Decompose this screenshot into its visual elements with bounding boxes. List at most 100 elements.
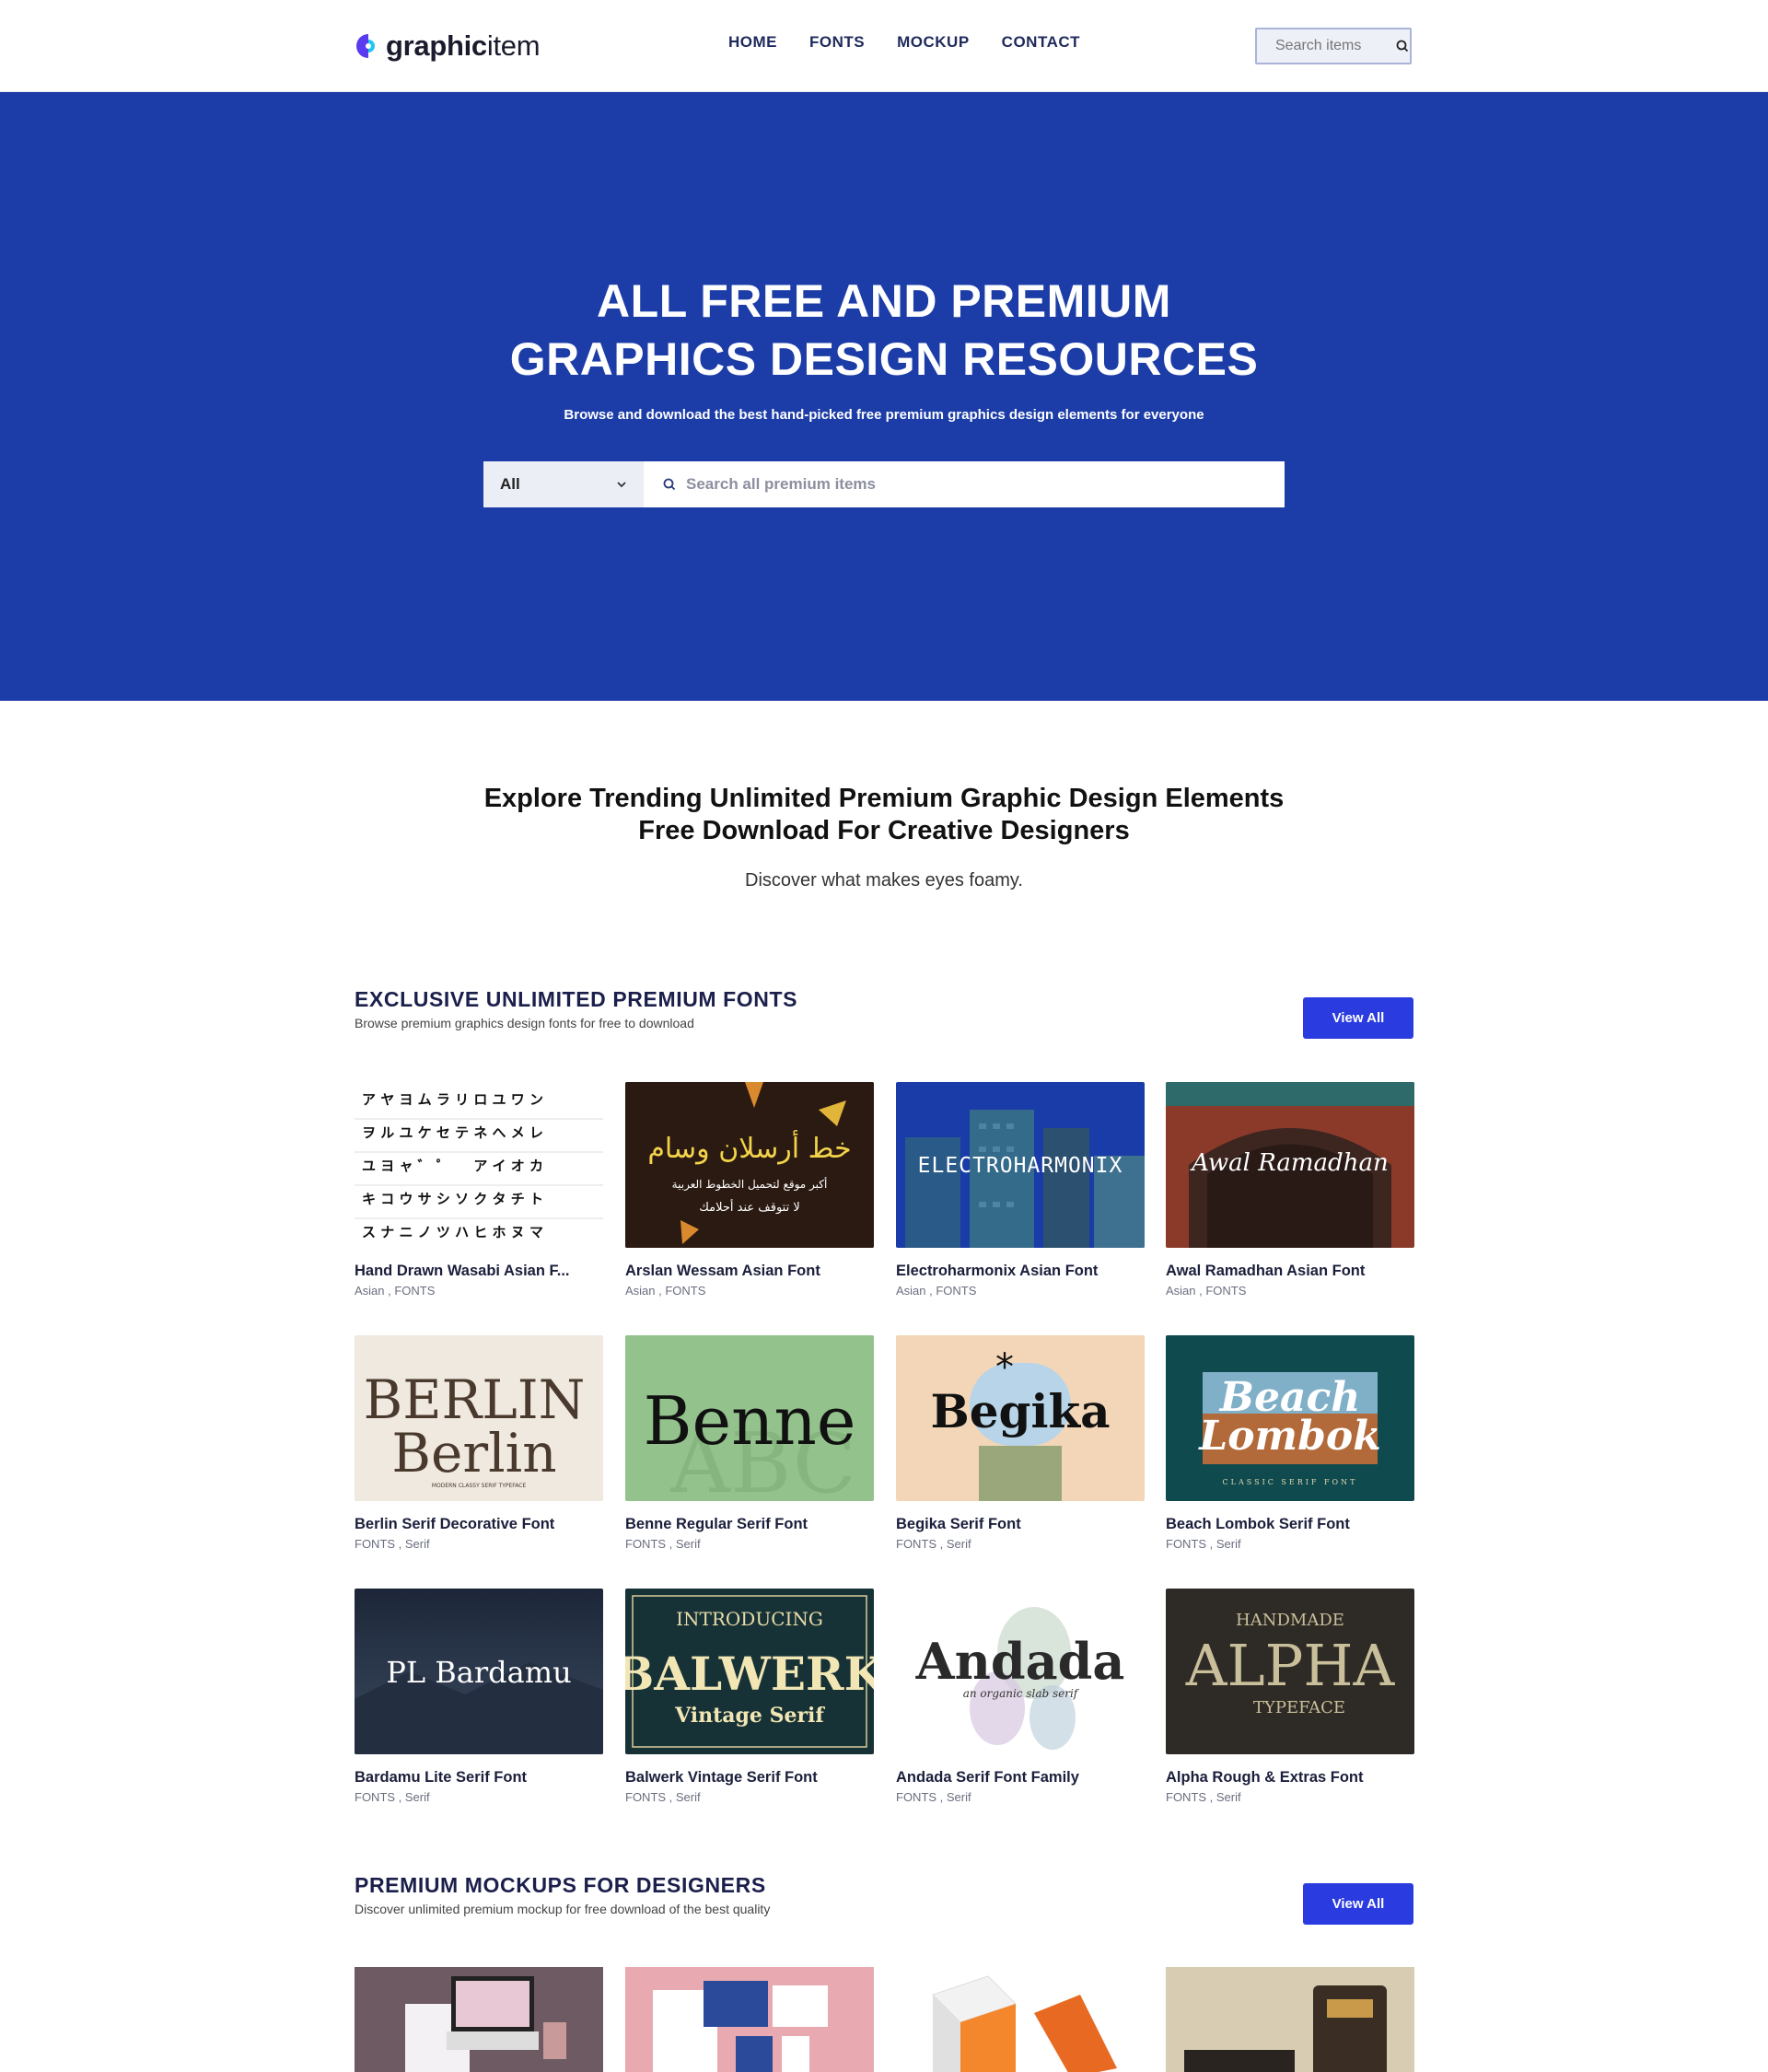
box-mockup-image: [896, 1967, 1145, 2072]
font-card[interactable]: BERLIN Berlin MODERN CLASSY SERIF TYPEFA…: [355, 1335, 603, 1551]
card-thumbnail: ELECTROHARMONIX: [896, 1082, 1145, 1248]
font-card[interactable]: خط أرسلان وسام أكبر موقع لتحميل الخطوط ا…: [625, 1082, 874, 1298]
fonts-section-title: EXCLUSIVE UNLIMITED PREMIUM FONTS: [355, 987, 798, 1011]
mockup-card-thumbnail[interactable]: [625, 1967, 874, 2072]
header-search-input[interactable]: [1275, 38, 1393, 54]
main-nav: HOME FONTS MOCKUP CONTACT: [728, 33, 1112, 52]
svg-text:キ コ ウ サ シ ソ ク タ チ ト: キ コ ウ サ シ ソ ク タ チ ト: [362, 1191, 543, 1207]
nav-home[interactable]: HOME: [728, 33, 777, 52]
search-icon: [663, 478, 676, 491]
hero-subtitle: Browse and download the best hand-picked…: [564, 407, 1204, 423]
mockup-card-thumbnail[interactable]: [896, 1967, 1145, 2072]
nav-mockup[interactable]: MOCKUP: [897, 33, 970, 52]
hero-banner: ALL FREE AND PREMIUM GRAPHICS DESIGN RES…: [0, 92, 1768, 701]
font-card[interactable]: Beach Lombok CLASSIC SERIF FONT Beach Lo…: [1166, 1335, 1414, 1551]
intro-title: Explore Trending Unlimited Premium Graph…: [0, 783, 1768, 847]
card-categories[interactable]: FONTS , Serif: [1166, 1537, 1414, 1551]
mockup-card-thumbnail[interactable]: [355, 1967, 603, 2072]
card-categories[interactable]: FONTS , Serif: [625, 1790, 874, 1804]
svg-text:*: *: [995, 1346, 1014, 1389]
svg-text:TYPEFACE: TYPEFACE: [1253, 1698, 1345, 1717]
fonts-view-all-button[interactable]: View All: [1303, 997, 1413, 1039]
nav-fonts[interactable]: FONTS: [809, 33, 865, 52]
font-card[interactable]: ア ヤ ヨ ム ラ リ ロ ユ ワ ン ヲ ル ユ ケ セ テ ネ へ メ レ …: [355, 1082, 603, 1298]
card-title[interactable]: Begika Serif Font: [896, 1516, 1145, 1533]
thumb-text: Awal Ramadhan: [1190, 1149, 1388, 1177]
mockups-view-all-button[interactable]: View All: [1303, 1883, 1413, 1925]
thumb-text: خط أرسلان وسام: [647, 1129, 851, 1165]
berlin-preview-image: BERLIN Berlin MODERN CLASSY SERIF TYPEFA…: [355, 1335, 603, 1501]
thumb-text: BALWERK: [625, 1647, 874, 1701]
card-thumbnail: ABC Benne: [625, 1335, 874, 1501]
card-title[interactable]: Electroharmonix Asian Font: [896, 1263, 1145, 1280]
stationery-mockup-image: [355, 1967, 603, 2072]
card-thumbnail: Awal Ramadhan: [1166, 1082, 1414, 1248]
thumb-text: PL Bardamu: [386, 1655, 571, 1690]
logo-mark-icon: [356, 34, 375, 58]
card-title[interactable]: Alpha Rough & Extras Font: [1166, 1769, 1414, 1787]
card-categories[interactable]: FONTS , Serif: [896, 1537, 1145, 1551]
bardamu-preview-image: PL Bardamu: [355, 1589, 603, 1754]
logo-text: graphicitem: [386, 29, 541, 62]
card-title[interactable]: Beach Lombok Serif Font: [1166, 1516, 1414, 1533]
font-card[interactable]: Begika * Begika Serif Font FONTS , Serif: [896, 1335, 1145, 1551]
search-icon[interactable]: [1395, 39, 1410, 53]
thumb-text: Benne: [644, 1382, 856, 1460]
card-thumbnail: ア ヤ ヨ ム ラ リ ロ ユ ワ ン ヲ ル ユ ケ セ テ ネ へ メ レ …: [355, 1082, 603, 1248]
card-thumbnail: BERLIN Berlin MODERN CLASSY SERIF TYPEFA…: [355, 1335, 603, 1501]
mockups-section-subtitle: Discover unlimited premium mockup for fr…: [355, 1902, 771, 1916]
mockup-card-thumbnail[interactable]: [1166, 1967, 1414, 2072]
top-navbar: graphicitem HOME FONTS MOCKUP CONTACT: [0, 0, 1768, 92]
hero-search-input[interactable]: Search all premium items: [644, 461, 1285, 507]
header-search-box: [1255, 28, 1412, 64]
font-card[interactable]: Andada an organic slab serif Andada Seri…: [896, 1589, 1145, 1804]
hero-title: ALL FREE AND PREMIUM GRAPHICS DESIGN RES…: [0, 273, 1768, 389]
svg-text:Vintage Serif: Vintage Serif: [674, 1704, 825, 1728]
font-card[interactable]: ABC Benne Benne Regular Serif Font FONTS…: [625, 1335, 874, 1551]
font-card[interactable]: Awal Ramadhan Awal Ramadhan Asian Font A…: [1166, 1082, 1414, 1298]
card-thumbnail: Andada an organic slab serif: [896, 1589, 1145, 1754]
card-categories[interactable]: FONTS , Serif: [355, 1537, 603, 1551]
arslan-preview-image: خط أرسلان وسام أكبر موقع لتحميل الخطوط ا…: [625, 1082, 874, 1248]
card-categories[interactable]: Asian , FONTS: [355, 1284, 603, 1298]
alpha-preview-image: HANDMADE ALPHA TYPEFACE: [1166, 1589, 1414, 1754]
font-card[interactable]: PL Bardamu Bardamu Lite Serif Font FONTS…: [355, 1589, 603, 1804]
card-categories[interactable]: Asian , FONTS: [625, 1284, 874, 1298]
card-title[interactable]: Bardamu Lite Serif Font: [355, 1769, 603, 1787]
card-categories[interactable]: FONTS , Serif: [625, 1537, 874, 1551]
svg-text:ユ ヨ ャ ゛ ゜ ア イ オ カ: ユ ヨ ャ ゛ ゜ ア イ オ カ: [362, 1158, 543, 1174]
font-card[interactable]: ELECTROHARMONIX Electroharmonix Asian Fo…: [896, 1082, 1145, 1298]
card-thumbnail: Begika *: [896, 1335, 1145, 1501]
awal-ramadhan-preview-image: Awal Ramadhan: [1166, 1082, 1414, 1248]
svg-text:HANDMADE: HANDMADE: [1236, 1611, 1344, 1630]
font-card[interactable]: INTRODUCING BALWERK Vintage Serif Balwer…: [625, 1589, 874, 1804]
thumb-text: Andada: [915, 1632, 1125, 1691]
fonts-section-subtitle: Browse premium graphics design fonts for…: [355, 1016, 694, 1030]
svg-text:Berlin: Berlin: [391, 1422, 556, 1484]
card-title[interactable]: Balwerk Vintage Serif Font: [625, 1769, 874, 1787]
card-title[interactable]: Arslan Wessam Asian Font: [625, 1263, 874, 1280]
svg-text:ア ヤ ヨ ム ラ リ ロ ユ ワ ン: ア ヤ ヨ ム ラ リ ロ ユ ワ ン: [362, 1091, 543, 1108]
card-title[interactable]: Hand Drawn Wasabi Asian F...: [355, 1263, 603, 1280]
intro-subtitle: Discover what makes eyes foamy.: [745, 870, 1023, 890]
card-categories[interactable]: Asian , FONTS: [896, 1284, 1145, 1298]
card-title[interactable]: Berlin Serif Decorative Font: [355, 1516, 603, 1533]
nav-contact[interactable]: CONTACT: [1002, 33, 1080, 52]
category-select[interactable]: All: [483, 461, 644, 507]
hero-title-line1: ALL FREE AND PREMIUM: [597, 275, 1171, 327]
card-categories[interactable]: FONTS , Serif: [355, 1790, 603, 1804]
card-categories[interactable]: FONTS , Serif: [896, 1790, 1145, 1804]
card-categories[interactable]: FONTS , Serif: [1166, 1790, 1414, 1804]
svg-text:an organic slab serif: an organic slab serif: [963, 1687, 1080, 1700]
card-categories[interactable]: Asian , FONTS: [1166, 1284, 1414, 1298]
font-card[interactable]: HANDMADE ALPHA TYPEFACE Alpha Rough & Ex…: [1166, 1589, 1414, 1804]
mockups-section-title: PREMIUM MOCKUPS FOR DESIGNERS: [355, 1873, 766, 1897]
card-thumbnail: PL Bardamu: [355, 1589, 603, 1754]
card-title[interactable]: Benne Regular Serif Font: [625, 1516, 874, 1533]
balwerk-preview-image: INTRODUCING BALWERK Vintage Serif: [625, 1589, 874, 1754]
card-title[interactable]: Andada Serif Font Family: [896, 1769, 1145, 1787]
card-thumbnail: INTRODUCING BALWERK Vintage Serif: [625, 1589, 874, 1754]
category-select-value: All: [500, 475, 520, 493]
site-logo[interactable]: graphicitem: [355, 28, 541, 64]
card-title[interactable]: Awal Ramadhan Asian Font: [1166, 1263, 1414, 1280]
